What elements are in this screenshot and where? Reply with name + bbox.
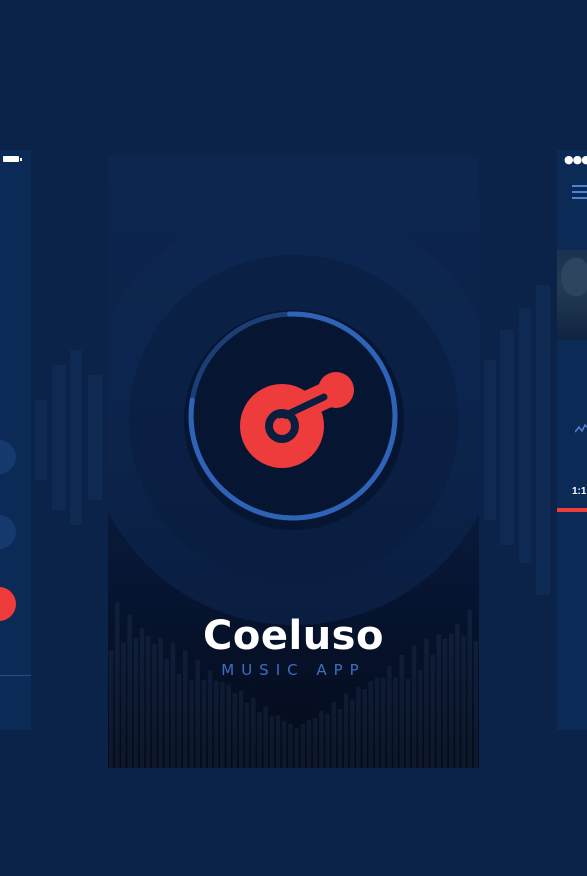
equalizer-bar [337,708,343,768]
status-bar: ●●● [557,150,587,170]
equalizer-bar [232,692,238,768]
coeluso-logo-icon [240,372,354,468]
battery-icon [3,156,22,162]
equalizer-bar [207,670,213,768]
equalizer-bar [331,702,336,768]
bg-stripe [88,375,102,500]
play-button[interactable] [0,587,16,621]
splash-screen: Coeluso MUSIC APP [108,155,479,768]
signal-dots-icon: ●●● [564,153,587,166]
equalizer-bar [269,716,275,768]
equalizer-bar [251,697,256,768]
equalizer-bar [405,678,411,768]
previous-button[interactable] [0,440,16,474]
equalizer-bar [300,724,306,768]
equalizer-bar [325,713,330,768]
equalizer-bar [362,688,367,768]
equalizer-bar [319,711,324,768]
equalizer-bar [417,669,423,768]
progress-bar[interactable] [557,508,587,512]
rewind-button[interactable] [0,515,16,549]
equalizer-bar [374,677,380,768]
equalizer-bar [380,677,386,768]
equalizer-bar [263,706,268,768]
bg-stripe [52,365,66,510]
equalizer-bar [213,681,219,768]
app-title: Coeluso [203,613,384,659]
equalizer-bar [312,717,318,768]
equalizer-bar [387,665,392,768]
equalizer-bar [356,686,361,768]
equalizer-bar [226,684,231,768]
menu-icon[interactable] [572,185,587,203]
equalizer-bar [244,703,250,768]
equalizer-bar [349,699,355,768]
left-phone-screen [0,150,31,730]
equalizer-bar [281,721,287,768]
app-subtitle: MUSIC APP [221,661,366,679]
equalizer-bar [294,728,299,768]
divider [0,675,31,676]
equalizer-bar [238,690,244,768]
bg-stripe [70,350,82,525]
equalizer-bar [343,693,349,768]
time-elapsed: 1:1 [572,486,587,497]
equalizer-bar [288,723,293,768]
bg-stripe [35,400,47,480]
bg-stripe [500,330,514,545]
artist-photo [557,250,587,340]
right-phone-screen: ●●● 1:1 [557,150,587,730]
equalizer-bar [201,679,207,768]
pulse-icon [575,424,587,433]
status-bar [0,150,31,170]
bg-stripe [536,285,550,595]
equalizer-bar [257,711,262,768]
bg-stripe [484,360,496,520]
equalizer-bar [189,680,194,768]
showcase-stage: ●●● 1:1 Coeluso MUSIC APP [0,0,587,876]
equalizer-bar [368,681,374,768]
equalizer-bar [306,719,312,768]
equalizer-bar [275,715,281,768]
equalizer-bar [393,677,398,768]
equalizer-bar [220,681,225,768]
bg-stripe [519,308,531,563]
equalizer-bar [176,673,182,768]
